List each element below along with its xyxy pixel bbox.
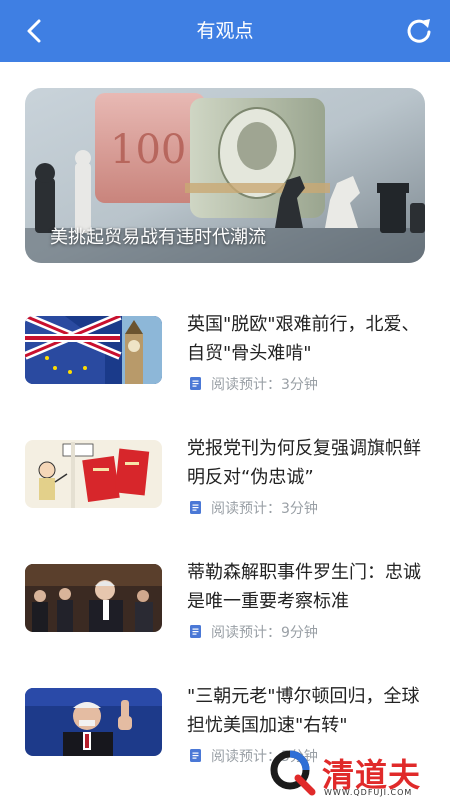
- news-title: "三朝元老"博尔顿回归，全球担忧美国加速"右转": [187, 686, 420, 736]
- news-title: 蒂勒森解职事件罗生门：忠诚是唯一重要考察标准: [187, 562, 421, 612]
- watermark-url: WWW.QDFUJI.COM: [324, 788, 413, 797]
- hero-caption: 美挑起贸易战有违时代潮流: [50, 227, 266, 248]
- document-icon: [190, 501, 201, 514]
- document-icon: [190, 749, 201, 762]
- hero-card[interactable]: 100 美挑起贸易战有违时代潮流: [25, 88, 425, 263]
- meeting-thumbnail-image: [25, 564, 162, 632]
- read-time-label: 阅读预计：3分钟: [211, 377, 318, 393]
- refresh-icon: [407, 19, 431, 43]
- document-icon: [190, 377, 201, 390]
- news-thumbnail: [25, 688, 162, 756]
- news-title: 英国"脱欧"艰难前行，北爱、自贸"骨头难啃": [187, 314, 420, 364]
- news-thumbnail: [25, 564, 162, 632]
- cartoon-thumbnail-image: [25, 440, 162, 508]
- document-icon: [190, 625, 201, 638]
- chevron-left-icon: [27, 19, 41, 43]
- news-thumbnail: [25, 316, 162, 384]
- news-item-brexit[interactable]: 英国"脱欧"艰难前行，北爱、自贸"骨头难啃" 阅读预计：3分钟: [25, 314, 425, 416]
- svg-text:100: 100: [110, 127, 186, 173]
- watermark: 清道夫 WWW.QDFUJI.COM: [268, 748, 443, 798]
- news-item-party-press[interactable]: 党报党刊为何反复强调旗帜鲜明反对“伪忠诚” 阅读预计：3分钟: [25, 438, 425, 540]
- news-item-tillerson[interactable]: 蒂勒森解职事件罗生门：忠诚是唯一重要考察标准 阅读预计：9分钟: [25, 562, 425, 664]
- top-bar: 有观点: [0, 0, 450, 62]
- news-title: 党报党刊为何反复强调旗帜鲜明反对“伪忠诚”: [187, 438, 421, 488]
- page-title: 有观点: [196, 20, 254, 42]
- speaker-thumbnail-image: [25, 688, 162, 756]
- read-time-label: 阅读预计：3分钟: [211, 501, 318, 517]
- back-button[interactable]: [18, 14, 52, 48]
- news-thumbnail: [25, 440, 162, 508]
- brexit-thumbnail-image: [25, 316, 162, 384]
- watermark-logo-icon: [270, 750, 316, 796]
- read-time-label: 阅读预计：9分钟: [211, 625, 318, 641]
- refresh-button[interactable]: [402, 14, 436, 48]
